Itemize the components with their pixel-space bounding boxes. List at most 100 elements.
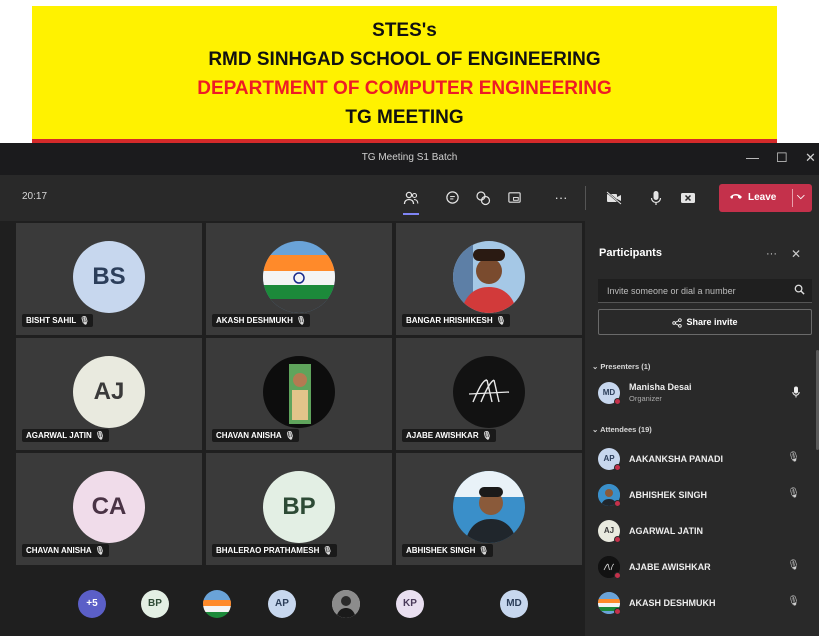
attendees-section-header[interactable]: ⌄ Attendees (19) bbox=[592, 425, 652, 434]
maximize-icon[interactable]: ☐ bbox=[776, 150, 788, 166]
video-tile[interactable]: AJABE AWISHKAR 🎙 bbox=[396, 338, 582, 450]
avatar-initials: MD bbox=[602, 388, 616, 397]
presenters-section-header[interactable]: ⌄ Presenters (1) bbox=[592, 362, 650, 371]
participant-name: BISHT SAHIL bbox=[26, 316, 77, 325]
video-tile[interactable]: ABHISHEK SINGH 🎙 bbox=[396, 453, 582, 565]
participant-name: AGARWAL JATIN bbox=[26, 431, 92, 440]
video-tile[interactable]: BS BISHT SAHIL 🎙 bbox=[16, 223, 202, 335]
participant-name: ABHISHEK SINGH bbox=[406, 546, 476, 555]
avatar-initials: AJ bbox=[603, 526, 615, 535]
participant-row[interactable]: AP AAKANKSHA PANADI 🎙 bbox=[598, 446, 812, 474]
leave-button[interactable]: Leave ⌵ bbox=[719, 184, 812, 212]
invite-input[interactable]: Invite someone or dial a number bbox=[598, 279, 812, 303]
self-avatar[interactable]: MD bbox=[500, 590, 528, 618]
mic-muted-icon: 🎙 bbox=[478, 546, 489, 555]
presenters-label: Presenters (1) bbox=[600, 362, 651, 371]
participant-name-tag: BHALERAO PRATHAMESH 🎙 bbox=[212, 544, 337, 557]
video-tile[interactable]: CA CHAVAN ANISHA 🎙 bbox=[16, 453, 202, 565]
meeting-toolbar: 20:17 ··· Leave ⌵ bbox=[0, 175, 819, 221]
share-invite-label: Share invite bbox=[686, 317, 738, 327]
mic-muted-icon: 🎙 bbox=[787, 488, 800, 499]
avatar[interactable]: KP bbox=[396, 590, 424, 618]
participant-row[interactable]: AJ AGARWAL JATIN bbox=[598, 518, 812, 546]
mic-muted-icon: 🎙 bbox=[284, 431, 295, 440]
leave-separator bbox=[792, 189, 793, 207]
avatar-photo bbox=[453, 471, 525, 543]
participant-name: BHALERAO PRATHAMESH bbox=[216, 546, 320, 555]
avatar-photo[interactable] bbox=[332, 590, 360, 618]
panel-more-icon[interactable]: ··· bbox=[766, 248, 777, 260]
participant-name: AJABE AWISHKAR bbox=[406, 431, 479, 440]
participant-name: AKASH DESHMUKH bbox=[216, 316, 293, 325]
participant-name: BANGAR HRISHIKESH bbox=[406, 316, 493, 325]
close-icon[interactable]: ✕ bbox=[791, 247, 801, 261]
reactions-icon[interactable] bbox=[472, 187, 494, 209]
avatar-photo[interactable] bbox=[203, 590, 231, 618]
participant-name: AGARWAL JATIN bbox=[629, 526, 704, 536]
status-dot bbox=[614, 500, 621, 507]
participant-name: AAKANKSHA PANADI bbox=[629, 454, 723, 464]
participant-name-tag: CHAVAN ANISHA 🎙 bbox=[22, 544, 109, 557]
video-tile[interactable]: CHAVAN ANISHA 🎙 bbox=[206, 338, 392, 450]
status-dot bbox=[614, 536, 621, 543]
avatar-initials: AP bbox=[603, 454, 615, 463]
chevron-down-icon[interactable]: ⌵ bbox=[797, 191, 805, 202]
avatar-photo bbox=[453, 241, 525, 313]
share-screen-icon[interactable] bbox=[503, 187, 525, 209]
avatar: AJ bbox=[73, 356, 145, 428]
window-title: TG Meeting S1 Batch bbox=[361, 152, 458, 163]
chat-icon[interactable] bbox=[441, 187, 463, 209]
mic-muted-icon: 🎙 bbox=[322, 546, 333, 555]
avatar-photo bbox=[598, 592, 621, 615]
microphone-icon bbox=[792, 386, 800, 401]
avatar: MD bbox=[598, 382, 621, 405]
minimize-icon[interactable]: — bbox=[746, 150, 759, 166]
avatar-photo bbox=[263, 356, 335, 428]
participant-row[interactable]: MD Manisha Desai Organizer bbox=[598, 380, 812, 408]
stop-sharing-icon[interactable] bbox=[677, 187, 699, 209]
avatar: CA bbox=[73, 471, 145, 543]
avatar[interactable]: BP bbox=[141, 590, 169, 618]
participant-name-tag: AGARWAL JATIN 🎙 bbox=[22, 429, 109, 442]
search-icon[interactable] bbox=[794, 284, 805, 298]
video-tile[interactable]: AKASH DESHMUKH 🎙 bbox=[206, 223, 392, 335]
banner-meeting-title: TG MEETING bbox=[345, 107, 464, 128]
close-window-icon[interactable]: ✕ bbox=[805, 150, 816, 166]
participants-icon[interactable] bbox=[400, 187, 422, 215]
microphone-icon[interactable] bbox=[645, 187, 667, 209]
share-invite-button[interactable]: Share invite bbox=[598, 309, 812, 335]
participant-row[interactable]: AJABE AWISHKAR 🎙 bbox=[598, 554, 812, 582]
mic-muted-icon: 🎙 bbox=[94, 546, 105, 555]
participant-name: CHAVAN ANISHA bbox=[216, 431, 282, 440]
avatar-photo bbox=[598, 484, 621, 507]
status-dot bbox=[614, 464, 621, 471]
status-dot bbox=[614, 572, 621, 579]
more-participants-button[interactable]: +5 bbox=[78, 590, 106, 618]
avatar-photo bbox=[598, 556, 621, 579]
meeting-timer: 20:17 bbox=[22, 191, 48, 202]
toolbar-divider bbox=[585, 186, 586, 210]
participant-row[interactable]: ABHISHEK SINGH 🎙 bbox=[598, 482, 812, 510]
video-tile[interactable]: BP BHALERAO PRATHAMESH 🎙 bbox=[206, 453, 392, 565]
more-options-icon[interactable]: ··· bbox=[550, 187, 572, 209]
participant-name-tag: CHAVAN ANISHA 🎙 bbox=[212, 429, 299, 442]
participant-name-tag: BANGAR HRISHIKESH 🎙 bbox=[402, 314, 510, 327]
video-tile[interactable]: BANGAR HRISHIKESH 🎙 bbox=[396, 223, 582, 335]
participant-name-tag: BISHT SAHIL 🎙 bbox=[22, 314, 94, 327]
status-dot bbox=[614, 398, 621, 405]
participant-row[interactable]: AKASH DESHMUKH 🎙 bbox=[598, 590, 812, 618]
banner-org: STES's bbox=[372, 20, 437, 41]
mic-muted-icon: 🎙 bbox=[787, 596, 800, 607]
mic-muted-icon: 🎙 bbox=[495, 316, 506, 325]
camera-off-icon[interactable] bbox=[603, 187, 625, 209]
mic-muted-icon: 🎙 bbox=[295, 316, 307, 325]
video-tile[interactable]: AJ AGARWAL JATIN 🎙 bbox=[16, 338, 202, 450]
participant-name-tag: ABHISHEK SINGH 🎙 bbox=[402, 544, 493, 557]
avatar: BP bbox=[263, 471, 335, 543]
avatar: AJ bbox=[598, 520, 621, 543]
avatar[interactable]: AP bbox=[268, 590, 296, 618]
mic-muted-icon: 🎙 bbox=[787, 560, 800, 571]
video-grid: BS BISHT SAHIL 🎙 AKASH DESHMUKH 🎙 BANGAR H… bbox=[0, 221, 585, 571]
phone-hangup-icon bbox=[729, 191, 743, 204]
participants-panel: Participants ··· ✕ Invite someone or dia… bbox=[585, 221, 819, 636]
